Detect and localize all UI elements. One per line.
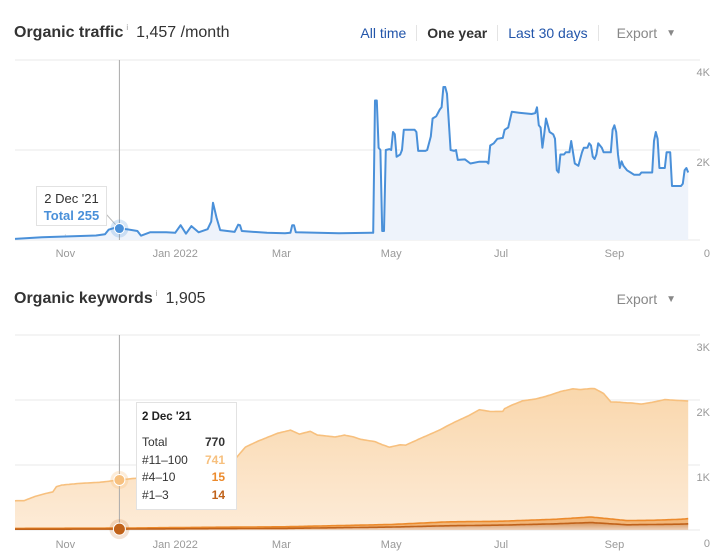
traffic-tooltip: 2 Dec '21 Total 255 — [36, 186, 107, 226]
keywords-tooltip-date: 2 Dec '21 — [142, 411, 192, 423]
tooltip-label: #1–3 — [142, 487, 169, 502]
x-tick-label: Mar — [272, 539, 291, 551]
tooltip-value: 770 — [204, 435, 225, 449]
keywords-controls: Export ▼ — [599, 291, 676, 307]
y-tick-label: 0 — [704, 248, 710, 260]
keywords-line-1-3 — [15, 521, 689, 530]
keywords-metric: 1,905 — [165, 290, 206, 307]
keywords-highlight-dot-11-100[interactable] — [113, 473, 126, 486]
x-tick-label: Nov — [56, 539, 76, 551]
y-tick-label: 0 — [704, 538, 710, 550]
keywords-header: Organic keywords i 1,905 Export ▼ — [14, 284, 700, 314]
y-tick-label: 1K — [697, 472, 711, 484]
keywords-highlight-halo-11-100 — [110, 470, 129, 489]
x-tick-label: Jul — [494, 248, 508, 260]
x-tick-label: Nov — [56, 248, 76, 260]
keywords-export-label: Export — [616, 291, 658, 307]
x-tick-label: May — [381, 248, 402, 260]
keywords-tooltip-row-1-3: #1–3 14 — [142, 487, 225, 505]
tooltip-value: 14 — [211, 487, 225, 502]
keywords-title: Organic keywords — [14, 290, 153, 307]
x-tick-label: Mar — [272, 248, 291, 260]
y-tick-label: 3K — [697, 342, 711, 354]
traffic-y-axis: 0 2K 4K — [697, 67, 711, 260]
traffic-tooltip-total: Total 255 — [43, 208, 100, 223]
tooltip-label: #4–10 — [142, 470, 176, 484]
keywords-line-4-10 — [15, 516, 689, 530]
traffic-highlight-dot[interactable] — [113, 223, 125, 235]
keywords-info-icon[interactable]: i — [156, 289, 158, 298]
keywords-tooltip: 2 Dec '21 Total 770 #11–100 741 #4–10 15… — [136, 402, 237, 510]
y-tick-label: 2K — [697, 157, 711, 169]
tooltip-value: 741 — [204, 452, 225, 467]
keywords-area-1-3 — [15, 522, 689, 530]
y-tick-label: 4K — [697, 67, 711, 79]
y-tick-label: 2K — [697, 407, 711, 419]
tooltip-label: #11–100 — [142, 452, 188, 467]
keywords-export-button[interactable]: Export ▼ — [617, 291, 676, 307]
traffic-tooltip-date: 2 Dec '21 — [44, 191, 99, 206]
tooltip-label: Total — [142, 435, 168, 449]
tooltip-value: 15 — [211, 470, 225, 484]
x-tick-label: Jan 2022 — [153, 539, 198, 551]
traffic-area-fill — [15, 87, 689, 240]
keywords-tooltip-row-total: Total 770 — [142, 434, 225, 452]
traffic-chart[interactable]: Nov Jan 2022 Mar May Jul Sep 0 2K 4K — [0, 0, 724, 270]
keywords-x-axis: Nov Jan 2022 Mar May Jul Sep — [56, 539, 625, 551]
keywords-y-axis: 0 1K 2K 3K — [697, 342, 711, 550]
x-tick-label: Jan 2022 — [153, 248, 198, 260]
keywords-highlight-dot-1-3[interactable] — [112, 522, 126, 536]
chevron-down-icon: ▼ — [666, 293, 676, 305]
x-tick-label: Sep — [605, 539, 625, 551]
traffic-x-axis: Nov Jan 2022 Mar May Jul Sep — [56, 248, 625, 260]
x-tick-label: Sep — [605, 248, 625, 260]
keywords-gridlines — [15, 334, 700, 531]
keywords-line-11-100 — [14, 387, 689, 502]
keywords-area-11-100 — [15, 388, 689, 529]
keywords-tooltip-row-4-10: #4–10 15 — [142, 469, 225, 487]
keywords-highlight-halo-1-3 — [109, 519, 130, 540]
x-tick-label: May — [381, 539, 402, 551]
keywords-tooltip-row-11-100: #11–100 741 — [142, 452, 225, 470]
x-tick-label: Jul — [494, 539, 508, 551]
keywords-area-4-10 — [15, 517, 689, 530]
